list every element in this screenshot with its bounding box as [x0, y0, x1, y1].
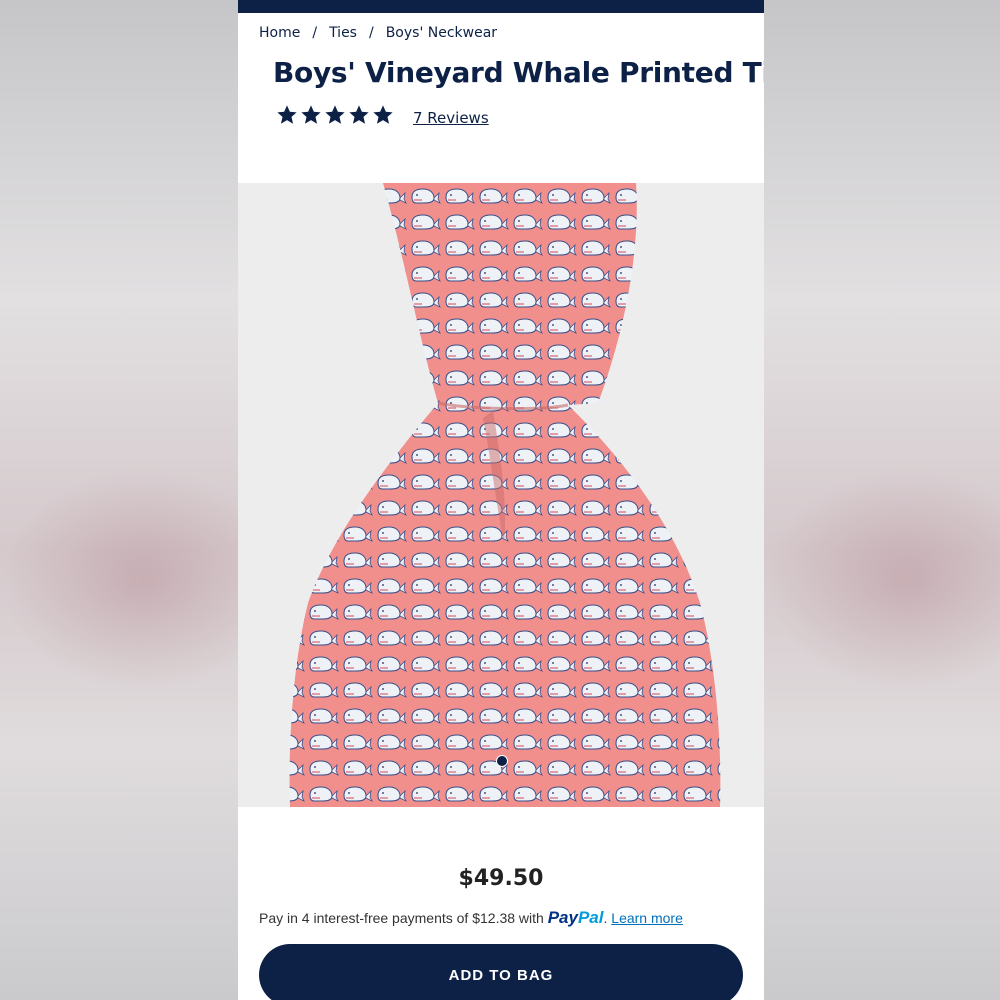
breadcrumb-separator: /: [368, 25, 374, 41]
gallery-indicator-dot[interactable]: [496, 755, 508, 767]
product-rating: 7 Reviews: [276, 104, 489, 127]
star-icon: [277, 105, 297, 124]
reviews-link[interactable]: 7 Reviews: [413, 109, 489, 127]
product-price: $49.50: [458, 866, 544, 891]
breadcrumb-ties[interactable]: Ties: [329, 25, 357, 41]
paypal-logo: PayPal: [548, 908, 604, 927]
paypal-installments: Pay in 4 interest-free payments of $12.3…: [259, 908, 683, 928]
top-navigation-bar: [238, 0, 764, 13]
breadcrumb: Home / Ties / Boys' Neckwear: [259, 25, 497, 41]
paypal-logo-pal: Pal: [577, 908, 604, 927]
star-icon: [301, 105, 321, 124]
product-title: Boys' Vineyard Whale Printed Tie: [273, 56, 764, 89]
star-rating[interactable]: [276, 104, 394, 126]
product-page: Home / Ties / Boys' Neckwear Boys' Viney…: [238, 0, 764, 1000]
blurred-background-right: [764, 0, 1000, 1000]
paypal-installments-text: Pay in 4 interest-free payments of $12.3…: [259, 910, 544, 926]
product-image[interactable]: [238, 183, 764, 807]
breadcrumb-boys-neckwear[interactable]: Boys' Neckwear: [386, 25, 497, 41]
paypal-period: .: [603, 910, 608, 926]
whale-print-tie-image: [289, 183, 721, 807]
breadcrumb-separator: /: [312, 25, 318, 41]
star-icon: [325, 105, 345, 124]
paypal-logo-pay: Pay: [547, 908, 578, 927]
add-to-bag-button[interactable]: ADD TO BAG: [259, 944, 743, 1000]
star-icon: [349, 105, 369, 124]
star-icon: [373, 105, 393, 124]
blurred-background-left: [0, 0, 238, 1000]
breadcrumb-home[interactable]: Home: [259, 25, 300, 41]
learn-more-link[interactable]: Learn more: [611, 910, 683, 926]
